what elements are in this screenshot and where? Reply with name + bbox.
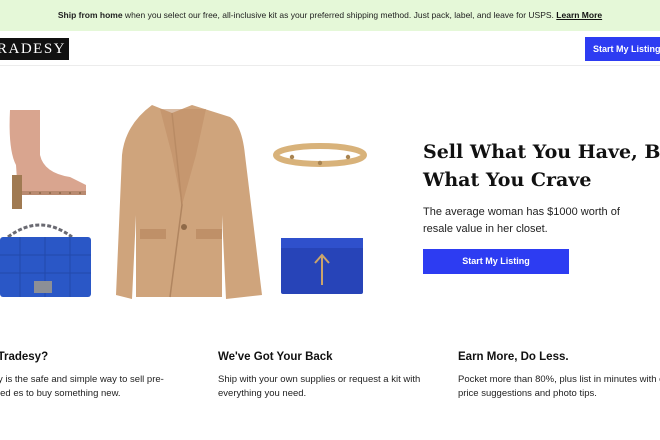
feature-text: esy is the safe and simple way to sell p… [0, 374, 164, 399]
ankle-boot-image [9, 110, 87, 209]
feature-text: Ship with your own supplies or request a… [218, 374, 421, 399]
blue-chain-bag-image [0, 223, 91, 297]
feature-earn-more: Earn More, Do Less. Pocket more than 80%… [458, 351, 660, 401]
header-start-listing-button[interactable]: Start My Listing [585, 37, 660, 61]
camel-blazer-image [116, 105, 262, 299]
hero-title: Sell What You Have, Buy What You Crave [423, 138, 660, 194]
feature-text: Pocket more than 80%, plus list in minut… [458, 374, 660, 399]
site-header: RADESY Start My Listing [0, 31, 660, 66]
gold-bracelet-image [273, 143, 367, 167]
hero-start-listing-button[interactable]: Start My Listing [423, 249, 569, 274]
feature-why-tradesy: y Tradesy? esy is the safe and simple wa… [0, 351, 178, 401]
product-collage-svg [0, 105, 367, 299]
hero-title-line-2: What You Crave [423, 169, 592, 191]
feature-title: Earn More, Do Less. [458, 351, 569, 363]
hero-title-line-1: Sell What You Have, Buy [423, 141, 660, 163]
banner-bold: Ship from home [57, 10, 123, 20]
banner-text: when you select our free, all-inclusive … [122, 10, 557, 20]
feature-got-your-back: We've Got Your Back Ship with your own s… [218, 351, 428, 401]
hero-subtitle: The average woman has $1000 worth of res… [423, 206, 620, 235]
feature-title: y Tradesy? [0, 351, 49, 363]
learn-more-link[interactable]: Learn More [556, 10, 602, 20]
hero-product-collage [0, 95, 380, 310]
promo-banner: Ship from home when you select our free,… [0, 0, 660, 31]
blue-card-holder-image [281, 238, 363, 294]
tradesy-logo[interactable]: RADESY [0, 38, 69, 60]
feature-title: We've Got Your Back [218, 351, 333, 363]
